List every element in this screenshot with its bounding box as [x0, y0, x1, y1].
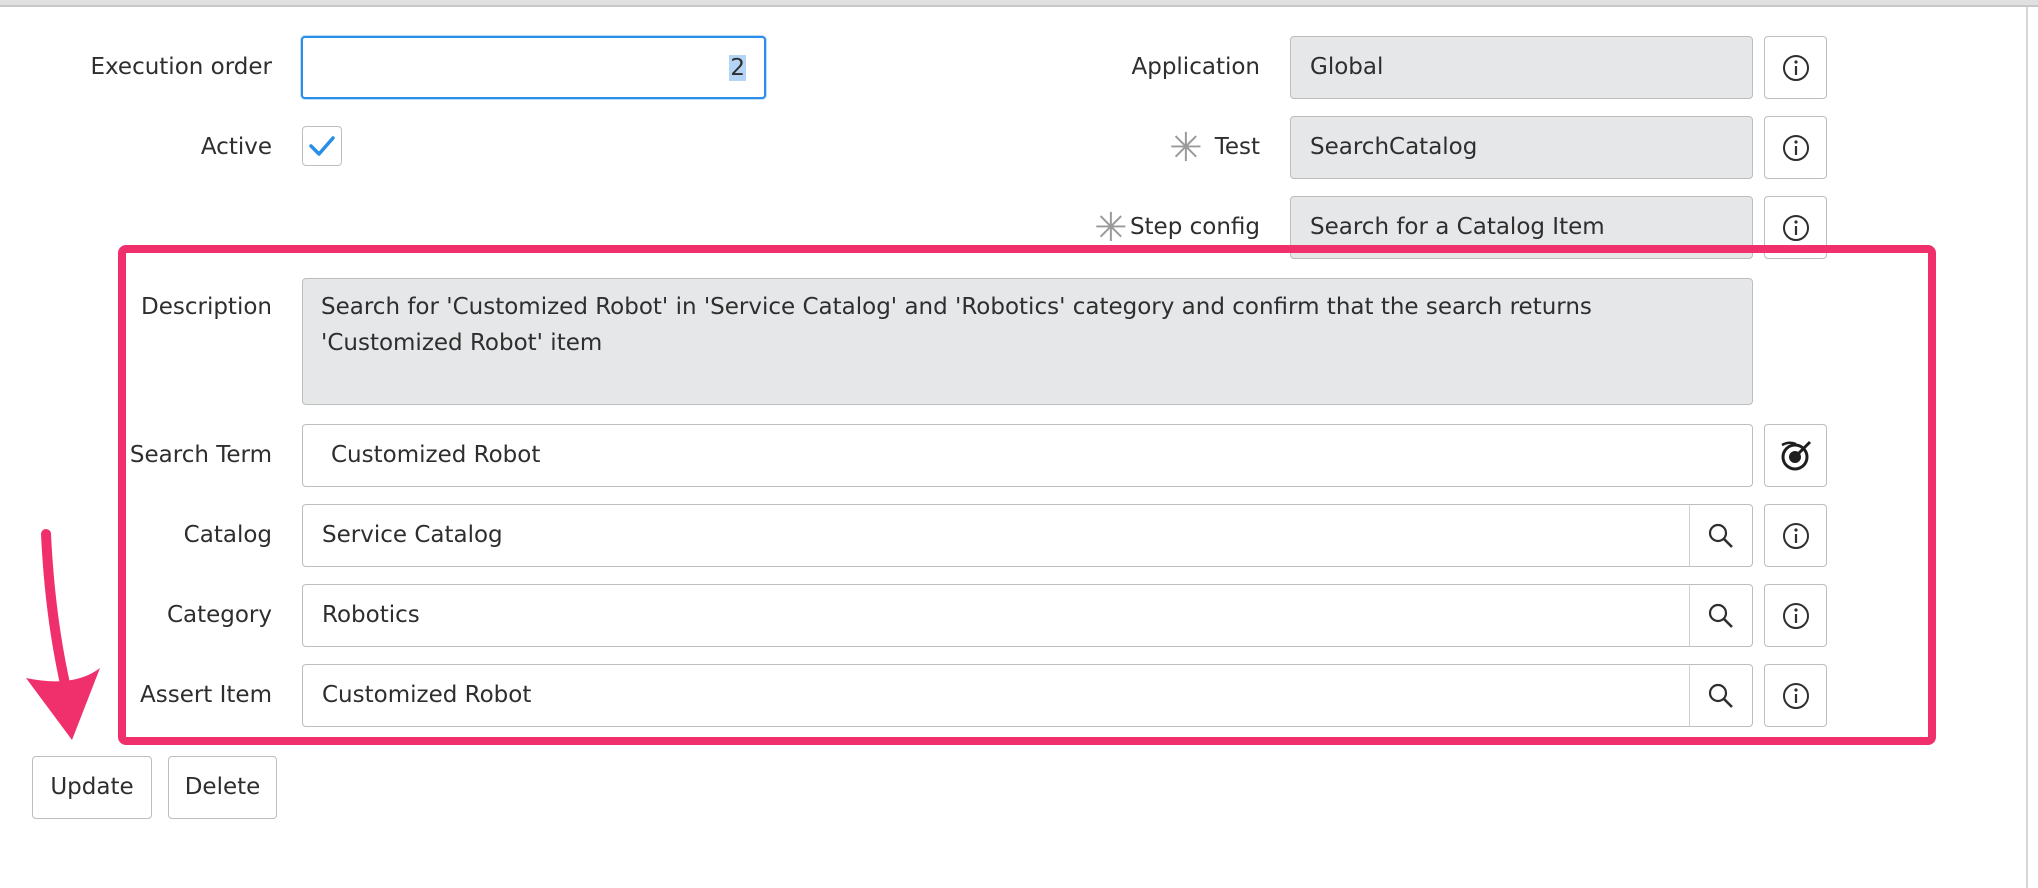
delete-button[interactable]: Delete [168, 756, 277, 819]
update-button[interactable]: Update [32, 756, 152, 819]
catalog-input[interactable]: Service Catalog [302, 504, 1690, 567]
execution-order-label: Execution order [90, 54, 272, 80]
search-term-input[interactable]: Customized Robot [302, 424, 1753, 487]
magnifier-icon [1708, 603, 1733, 628]
checkmark-icon [309, 136, 335, 156]
window-top-border [0, 0, 2038, 7]
info-icon [1782, 134, 1809, 161]
info-icon [1782, 522, 1809, 549]
info-icon [1782, 682, 1809, 709]
assert-item-label: Assert Item [140, 682, 272, 708]
category-label: Category [166, 602, 272, 628]
annotation-arrow-icon [26, 529, 100, 740]
data-pill-picker-button[interactable] [1764, 424, 1827, 487]
test-label: Test [1214, 134, 1260, 160]
application-label: Application [1131, 54, 1260, 80]
assert-item-lookup-button[interactable] [1689, 664, 1753, 727]
test-info-button[interactable] [1764, 116, 1827, 179]
assert-item-input[interactable]: Customized Robot [302, 664, 1690, 727]
execution-order-value: 2 [729, 55, 746, 81]
description-field[interactable]: Search for 'Customized Robot' in 'Servic… [302, 278, 1753, 405]
test-field[interactable]: SearchCatalog [1290, 116, 1753, 179]
test-required-icon: ✳ [1169, 125, 1203, 171]
window-right-border [2026, 7, 2028, 888]
step-config-label: Step config [1129, 214, 1260, 240]
search-term-label: Search Term [129, 442, 272, 468]
info-icon [1782, 602, 1809, 629]
catalog-lookup-button[interactable] [1689, 504, 1753, 567]
magnifier-icon [1708, 683, 1733, 708]
application-info-button[interactable] [1764, 36, 1827, 99]
execution-order-input[interactable]: 2 [301, 36, 766, 99]
application-field[interactable]: Global [1290, 36, 1753, 99]
catalog-label: Catalog [183, 522, 272, 548]
active-label: Active [200, 134, 272, 160]
assert-item-info-button[interactable] [1764, 664, 1827, 727]
category-input[interactable]: Robotics [302, 584, 1690, 647]
info-icon [1782, 214, 1809, 241]
category-lookup-button[interactable] [1689, 584, 1753, 647]
data-pill-picker-icon [1780, 440, 1811, 470]
description-label: Description [141, 294, 272, 320]
catalog-info-button[interactable] [1764, 504, 1827, 567]
info-icon [1782, 54, 1809, 81]
magnifier-icon [1708, 523, 1733, 548]
category-info-button[interactable] [1764, 584, 1827, 647]
step-config-required-icon: ✳ [1094, 205, 1128, 251]
active-checkbox[interactable] [302, 126, 342, 166]
